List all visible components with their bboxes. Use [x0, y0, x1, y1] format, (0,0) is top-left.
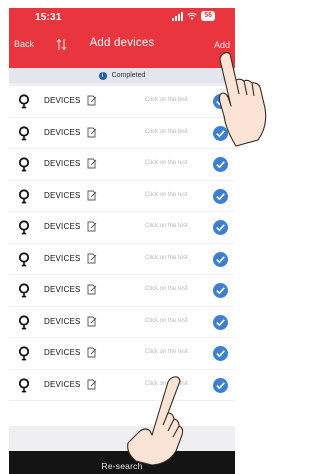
checkmark-icon[interactable]: [213, 377, 228, 393]
bulb-icon: [18, 283, 30, 298]
test-hint[interactable]: Click on the test: [145, 349, 188, 355]
test-hint[interactable]: Click on the test: [145, 286, 188, 292]
status-icons: 56: [172, 11, 215, 21]
bottom-bar: Re-search: [9, 451, 235, 474]
device-name: DEVICES: [44, 159, 81, 168]
checkmark-icon[interactable]: [213, 251, 228, 267]
edit-icon[interactable]: [87, 284, 97, 295]
test-hint[interactable]: Click on the test: [145, 318, 188, 324]
list-item[interactable]: DEVICES Click on the test: [9, 86, 235, 118]
info-icon: i: [98, 71, 107, 80]
checkmark-icon[interactable]: [213, 220, 228, 235]
wifi-icon: [187, 12, 198, 20]
completed-banner: i Completed: [9, 68, 235, 83]
edit-icon[interactable]: [87, 127, 97, 138]
test-hint[interactable]: Click on the test: [145, 255, 188, 261]
edit-icon[interactable]: [87, 316, 97, 327]
list-item[interactable]: DEVICES Click on the test: [9, 370, 235, 401]
bulb-icon: [18, 125, 30, 140]
test-hint[interactable]: Click on the test: [145, 129, 188, 135]
list-item[interactable]: DEVICES Click on the test: [9, 118, 235, 149]
edit-icon[interactable]: [87, 95, 97, 106]
bulb-icon: [18, 251, 30, 266]
test-hint[interactable]: Click on the test: [145, 223, 188, 229]
status-bar: 15:31 56: [9, 8, 235, 26]
checkmark-icon[interactable]: [213, 125, 228, 141]
checkmark-icon[interactable]: [213, 283, 228, 298]
edit-icon[interactable]: [87, 347, 97, 358]
device-name: DEVICES: [44, 285, 81, 294]
add-button[interactable]: Add: [214, 40, 230, 50]
device-name: DEVICES: [44, 222, 81, 231]
research-button[interactable]: Re-search: [101, 461, 142, 471]
edit-icon[interactable]: [87, 253, 97, 264]
device-name: DEVICES: [44, 316, 81, 326]
test-hint[interactable]: Click on the test: [145, 160, 188, 166]
bulb-icon: [18, 377, 30, 392]
edit-icon[interactable]: [87, 158, 97, 169]
checkmark-icon[interactable]: [213, 188, 228, 204]
page-title: Add devices: [89, 37, 155, 49]
device-name: DEVICES: [44, 190, 81, 200]
device-list: DEVICES Click on the test DEVICES Click on …: [9, 86, 235, 426]
list-item[interactable]: DEVICES Click on the test: [9, 307, 235, 338]
bulb-icon: [18, 157, 30, 172]
bulb-icon: [18, 188, 30, 203]
checkmark-icon[interactable]: [213, 314, 228, 330]
device-name: DEVICES: [44, 253, 81, 263]
phone-screen: 15:31 56 Back Add devices Add i Complete…: [9, 8, 235, 474]
banner-text: Completed: [111, 72, 146, 79]
edit-icon[interactable]: [87, 221, 97, 232]
list-item[interactable]: DEVICES Click on the test: [9, 275, 235, 307]
list-item[interactable]: DEVICES Click on the test: [9, 181, 235, 212]
app-header: 15:31 56 Back Add devices Add: [9, 8, 235, 68]
status-time: 15:31: [35, 12, 62, 23]
checkmark-icon[interactable]: [213, 94, 228, 109]
edit-icon[interactable]: [87, 190, 97, 201]
bulb-icon: [18, 346, 30, 361]
edit-icon[interactable]: [87, 379, 97, 390]
list-item[interactable]: DEVICES Click on the test: [9, 149, 235, 181]
nav-bar: Back Add devices Add: [9, 32, 235, 58]
battery-indicator: 56: [201, 11, 215, 21]
device-name: DEVICES: [44, 379, 81, 389]
list-item[interactable]: DEVICES Click on the test: [9, 338, 235, 370]
list-item[interactable]: DEVICES Click on the test: [9, 212, 235, 244]
bulb-icon: [18, 220, 30, 235]
list-item[interactable]: DEVICES Click on the test: [9, 244, 235, 275]
signal-icon: [172, 11, 184, 21]
test-hint[interactable]: Click on the test: [145, 381, 188, 387]
device-name: DEVICES: [44, 348, 81, 357]
device-name: DEVICES: [44, 127, 81, 137]
checkmark-icon[interactable]: [213, 157, 228, 172]
test-hint[interactable]: Click on the test: [145, 97, 188, 103]
device-name: DEVICES: [44, 96, 81, 105]
test-hint[interactable]: Click on the test: [145, 192, 188, 198]
bulb-icon: [18, 94, 30, 109]
bulb-icon: [18, 314, 30, 329]
checkmark-icon[interactable]: [213, 346, 228, 361]
